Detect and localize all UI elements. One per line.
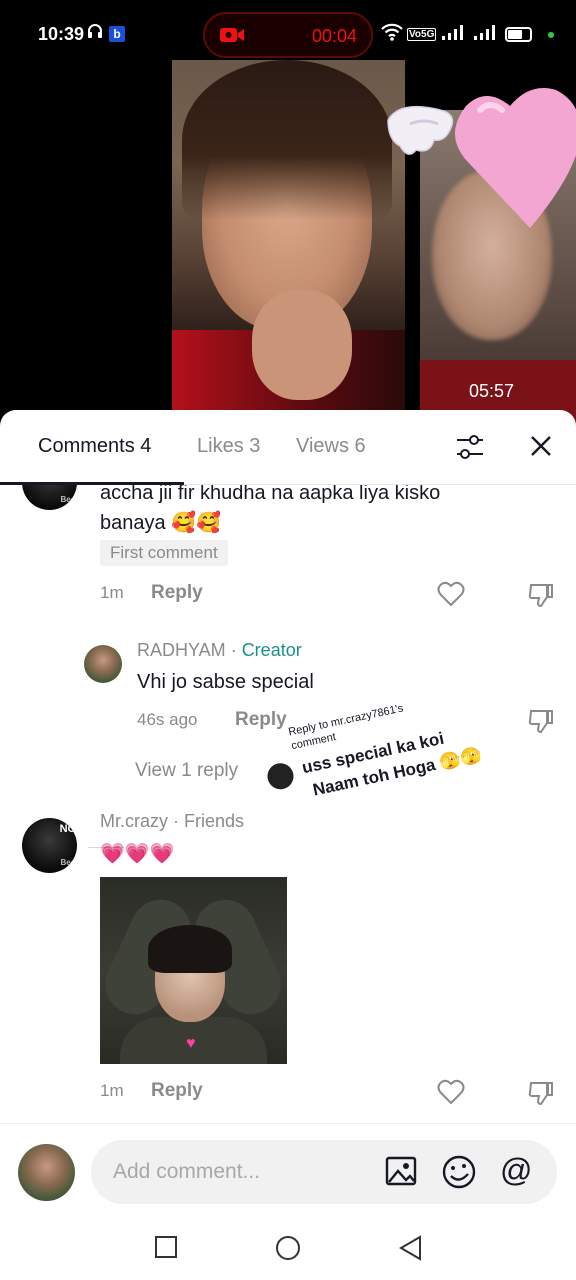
- avatar[interactable]: [84, 645, 122, 683]
- avatar[interactable]: NO DP Because: [22, 818, 77, 873]
- image-hair: [148, 925, 232, 973]
- comment-image[interactable]: ♥: [100, 877, 287, 1064]
- comment-text-line2: banaya 🥰🥰: [100, 512, 221, 534]
- comment-time: 1m: [100, 583, 124, 602]
- reply-button[interactable]: Reply: [151, 582, 203, 604]
- status-time: 10:39: [38, 24, 85, 44]
- image-picker-icon[interactable]: [384, 1154, 418, 1193]
- close-icon[interactable]: [528, 433, 554, 464]
- back-icon[interactable]: [398, 1235, 422, 1266]
- emoji-icon[interactable]: [441, 1154, 477, 1195]
- sticker-avatar: [265, 760, 296, 792]
- reply-text: Vhi jo sabse special: [137, 671, 314, 693]
- like-heart-icon[interactable]: [437, 1079, 465, 1110]
- system-nav-bar: [0, 1223, 576, 1280]
- comment-time: 1m: [100, 1081, 124, 1100]
- dislike-icon[interactable]: [527, 581, 555, 614]
- video-hand: [252, 290, 352, 400]
- avatar[interactable]: NO DP Because: [22, 485, 77, 510]
- avatar-text-top: NO DP: [59, 823, 77, 835]
- author-name: RADHYAM: [137, 640, 226, 660]
- comments-sheet: Comments 4 Likes 3 Views 6 NO DP Because…: [0, 410, 576, 1280]
- video-hair: [182, 60, 392, 220]
- tab-views[interactable]: Views 6: [296, 435, 366, 458]
- comment-author: Mr.crazy · Friends: [100, 811, 245, 831]
- author-separator: ·: [225, 640, 242, 660]
- home-icon[interactable]: [275, 1235, 301, 1266]
- volte-badge: Vo5G: [407, 28, 437, 41]
- winged-heart-sticker-icon: [387, 88, 576, 228]
- camera-record-icon: [219, 26, 245, 49]
- tab-bar: Comments 4 Likes 3 Views 6: [0, 410, 576, 485]
- recents-icon[interactable]: [154, 1235, 178, 1264]
- add-comment-bar: Add comment... @: [0, 1123, 576, 1223]
- first-comment-badge: First comment: [100, 540, 228, 566]
- heart-icon: ♥: [186, 1035, 196, 1052]
- dislike-icon[interactable]: [527, 1079, 555, 1112]
- mention-icon[interactable]: @: [500, 1152, 532, 1189]
- wifi-icon: [380, 22, 404, 47]
- record-timer: 00:04: [311, 26, 357, 46]
- add-comment-input[interactable]: Add comment... @: [91, 1140, 557, 1204]
- main-video[interactable]: [172, 60, 405, 410]
- tab-comments[interactable]: Comments 4: [38, 435, 151, 458]
- reply-time: 46s ago: [137, 710, 198, 729]
- filter-sliders-icon[interactable]: [455, 433, 485, 466]
- battery-icon: [505, 27, 532, 42]
- screen: 10:39 b 00:04 Vo5G 05:57 Comments 4 Like…: [0, 0, 576, 1280]
- avatar-text-bottom: Because: [60, 858, 77, 867]
- comment-author: RADHYAM · Creator: [137, 640, 302, 661]
- reply-button[interactable]: Reply: [151, 1080, 203, 1102]
- pip-timer: 05:57: [469, 381, 515, 401]
- tab-likes[interactable]: Likes 3: [197, 435, 260, 458]
- like-heart-icon[interactable]: [437, 581, 465, 612]
- comment-text: 💗💗💗: [100, 843, 175, 865]
- avatar-text-bottom: Because: [60, 495, 77, 504]
- user-avatar[interactable]: [18, 1144, 75, 1201]
- active-indicator-dot: [548, 32, 554, 38]
- screen-record-pill[interactable]: 00:04: [203, 12, 373, 58]
- signal-icon: [440, 24, 468, 47]
- view-replies-button[interactable]: View 1 reply: [135, 760, 238, 782]
- add-comment-placeholder: Add comment...: [113, 1160, 261, 1183]
- headphone-icon: [86, 22, 104, 45]
- signal-icon-2: [472, 24, 500, 47]
- creator-label: Creator: [241, 640, 302, 660]
- dislike-icon[interactable]: [527, 707, 555, 740]
- app-badge-icon: b: [109, 26, 125, 42]
- comment-text: accha jii fir khudha na aapka liya kisko: [100, 485, 441, 504]
